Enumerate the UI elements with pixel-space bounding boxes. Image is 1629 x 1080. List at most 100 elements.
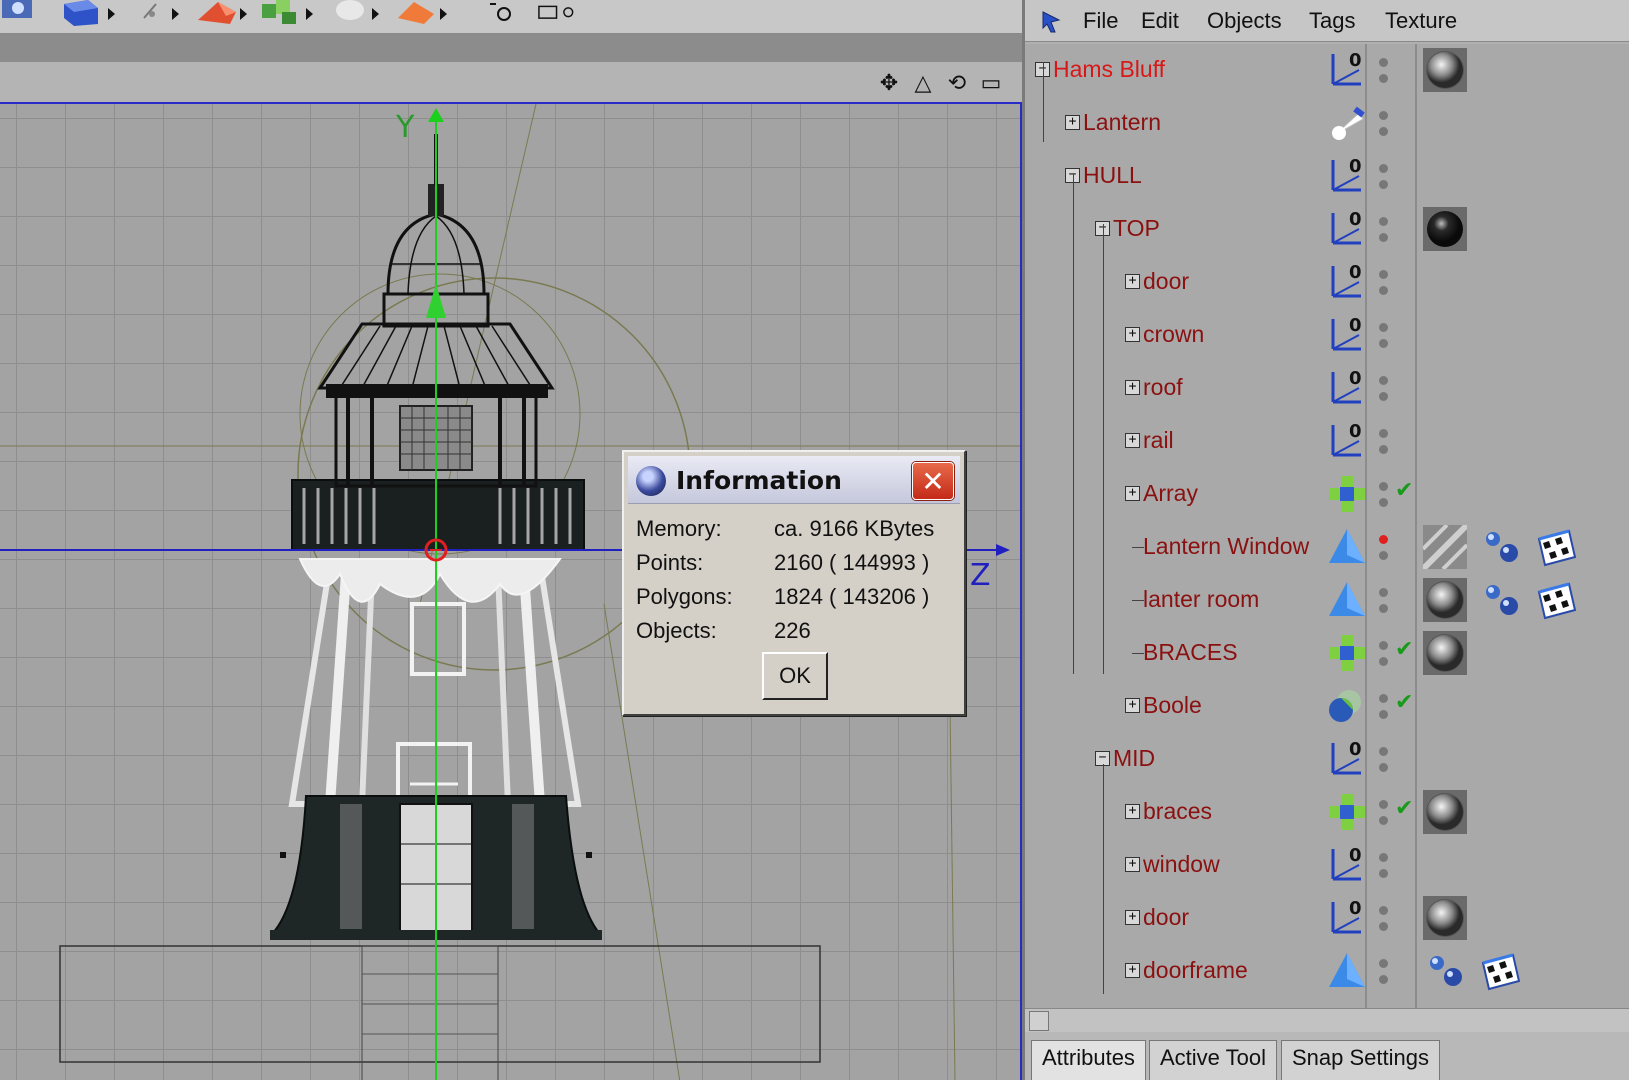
- uvw-tag-icon[interactable]: [1479, 525, 1523, 569]
- object-name[interactable]: Lantern: [1083, 109, 1161, 136]
- editor-visibility-dot[interactable]: [1379, 270, 1388, 279]
- editor-visibility-dot[interactable]: [1379, 217, 1388, 226]
- visibility-dots[interactable]: [1379, 849, 1389, 883]
- object-row[interactable]: BRACES ✔: [1025, 627, 1629, 680]
- visibility-dots[interactable]: [1379, 54, 1389, 88]
- visibility-dots[interactable]: [1379, 372, 1389, 406]
- enabled-check-icon[interactable]: ✔: [1395, 478, 1413, 503]
- tab-snap-settings[interactable]: Snap Settings: [1281, 1040, 1440, 1080]
- object-row[interactable]: + Boole ✔: [1025, 680, 1629, 733]
- nurbs-icon[interactable]: [196, 0, 240, 26]
- array-icon[interactable]: [1325, 472, 1369, 516]
- visibility-dots[interactable]: [1379, 107, 1389, 141]
- dialog-titlebar[interactable]: Information ✕: [628, 456, 960, 504]
- polygon-icon[interactable]: [1325, 578, 1369, 622]
- material-sphere-icon[interactable]: [1423, 790, 1467, 834]
- visibility-dots[interactable]: [1379, 796, 1389, 830]
- boole-icon[interactable]: [1325, 684, 1369, 728]
- dropdown-arrow-icon[interactable]: [372, 8, 379, 20]
- object-row[interactable]: + rail 0: [1025, 415, 1629, 468]
- editor-visibility-dot[interactable]: [1379, 588, 1388, 597]
- render-visibility-dot[interactable]: [1379, 233, 1388, 242]
- expand-icon[interactable]: +: [1125, 698, 1140, 713]
- visibility-dots[interactable]: [1379, 690, 1389, 724]
- visibility-dots[interactable]: [1379, 160, 1389, 194]
- render-visibility-dot[interactable]: [1379, 710, 1388, 719]
- rotate-view-icon[interactable]: ⟲: [944, 70, 970, 96]
- expand-icon[interactable]: +: [1125, 910, 1140, 925]
- pointer-arrow-icon[interactable]: [1037, 6, 1067, 36]
- material-flat-icon[interactable]: [1420, 522, 1470, 572]
- editor-visibility-dot[interactable]: [1379, 694, 1388, 703]
- visibility-dots[interactable]: [1379, 425, 1389, 459]
- object-row[interactable]: −HULL0: [1025, 150, 1629, 203]
- expand-icon[interactable]: +: [1125, 804, 1140, 819]
- menu-edit[interactable]: Edit: [1141, 8, 1179, 34]
- texture-tag-icon[interactable]: [1535, 578, 1579, 622]
- visibility-dots[interactable]: [1379, 213, 1389, 247]
- null-axis-icon[interactable]: 0: [1325, 896, 1369, 940]
- enabled-check-icon[interactable]: ✔: [1395, 796, 1413, 821]
- render-visibility-dot[interactable]: [1379, 127, 1388, 136]
- render-visibility-dot[interactable]: [1379, 763, 1388, 772]
- render-visibility-dot[interactable]: [1379, 392, 1388, 401]
- dropdown-arrow-icon[interactable]: [108, 8, 115, 20]
- scene-objects-icon[interactable]: [330, 0, 374, 26]
- visibility-dots[interactable]: [1379, 266, 1389, 300]
- editor-visibility-dot[interactable]: [1379, 111, 1388, 120]
- render-visibility-dot[interactable]: [1379, 975, 1388, 984]
- null-axis-icon[interactable]: 0: [1325, 843, 1369, 887]
- object-row[interactable]: − MID 0: [1025, 733, 1629, 786]
- object-row[interactable]: + roof 0: [1025, 362, 1629, 415]
- null-axis-icon[interactable]: 0: [1325, 260, 1369, 304]
- scroll-left-button[interactable]: [1029, 1011, 1049, 1031]
- visibility-dots[interactable]: [1379, 743, 1389, 777]
- editor-visibility-dot[interactable]: [1379, 58, 1388, 67]
- editor-visibility-dot[interactable]: [1379, 376, 1388, 385]
- editor-visibility-dot[interactable]: [1379, 959, 1388, 968]
- polygon-icon[interactable]: [1325, 525, 1369, 569]
- uvw-tag-icon[interactable]: [1479, 578, 1523, 622]
- object-name[interactable]: roof: [1143, 374, 1183, 401]
- object-name[interactable]: Lantern Window: [1143, 533, 1309, 560]
- material-sphere-icon[interactable]: [1423, 631, 1467, 675]
- visibility-dots[interactable]: [1379, 955, 1389, 989]
- render-visibility-dot[interactable]: [1379, 551, 1388, 560]
- editor-visibility-dot[interactable]: [1379, 323, 1388, 332]
- object-row[interactable]: −TOP0: [1025, 203, 1629, 256]
- null-axis-icon[interactable]: 0: [1325, 419, 1369, 463]
- null-axis-icon[interactable]: 0: [1325, 48, 1369, 92]
- object-name[interactable]: lanter room: [1143, 586, 1259, 613]
- render-visibility-dot[interactable]: [1379, 816, 1388, 825]
- object-row[interactable]: + door 0: [1025, 256, 1629, 309]
- dropdown-arrow-icon[interactable]: [240, 8, 247, 20]
- editor-visibility-dot[interactable]: [1379, 164, 1388, 173]
- maximize-view-icon[interactable]: ▭: [978, 70, 1004, 96]
- polygon-icon[interactable]: [1325, 949, 1369, 993]
- object-row[interactable]: + braces ✔: [1025, 786, 1629, 839]
- dropdown-arrow-icon[interactable]: [172, 8, 179, 20]
- deformer-icon[interactable]: [394, 0, 438, 26]
- object-name[interactable]: door: [1143, 268, 1189, 295]
- editor-visibility-dot[interactable]: [1379, 429, 1388, 438]
- render-visibility-dot[interactable]: [1379, 286, 1388, 295]
- editor-visibility-dot[interactable]: [1379, 747, 1388, 756]
- visibility-dots[interactable]: [1379, 584, 1389, 618]
- object-name[interactable]: HULL: [1083, 162, 1142, 189]
- editor-visibility-dot[interactable]: [1379, 535, 1388, 544]
- tab-attributes[interactable]: Attributes: [1031, 1040, 1146, 1080]
- render-visibility-dot[interactable]: [1379, 922, 1388, 931]
- null-axis-icon[interactable]: 0: [1325, 737, 1369, 781]
- texture-tag-icon[interactable]: [1535, 525, 1579, 569]
- object-name[interactable]: braces: [1143, 798, 1212, 825]
- menu-tags[interactable]: Tags: [1309, 8, 1355, 34]
- material-sphere-icon[interactable]: [1423, 48, 1467, 92]
- editor-visibility-dot[interactable]: [1379, 853, 1388, 862]
- object-name[interactable]: MID: [1113, 745, 1155, 772]
- visibility-dots[interactable]: [1379, 478, 1389, 512]
- object-row[interactable]: + Lantern: [1025, 97, 1629, 150]
- ok-button[interactable]: OK: [762, 652, 828, 700]
- expand-icon[interactable]: +: [1125, 486, 1140, 501]
- uvw-tag-icon[interactable]: [1423, 949, 1467, 993]
- render-visibility-dot[interactable]: [1379, 604, 1388, 613]
